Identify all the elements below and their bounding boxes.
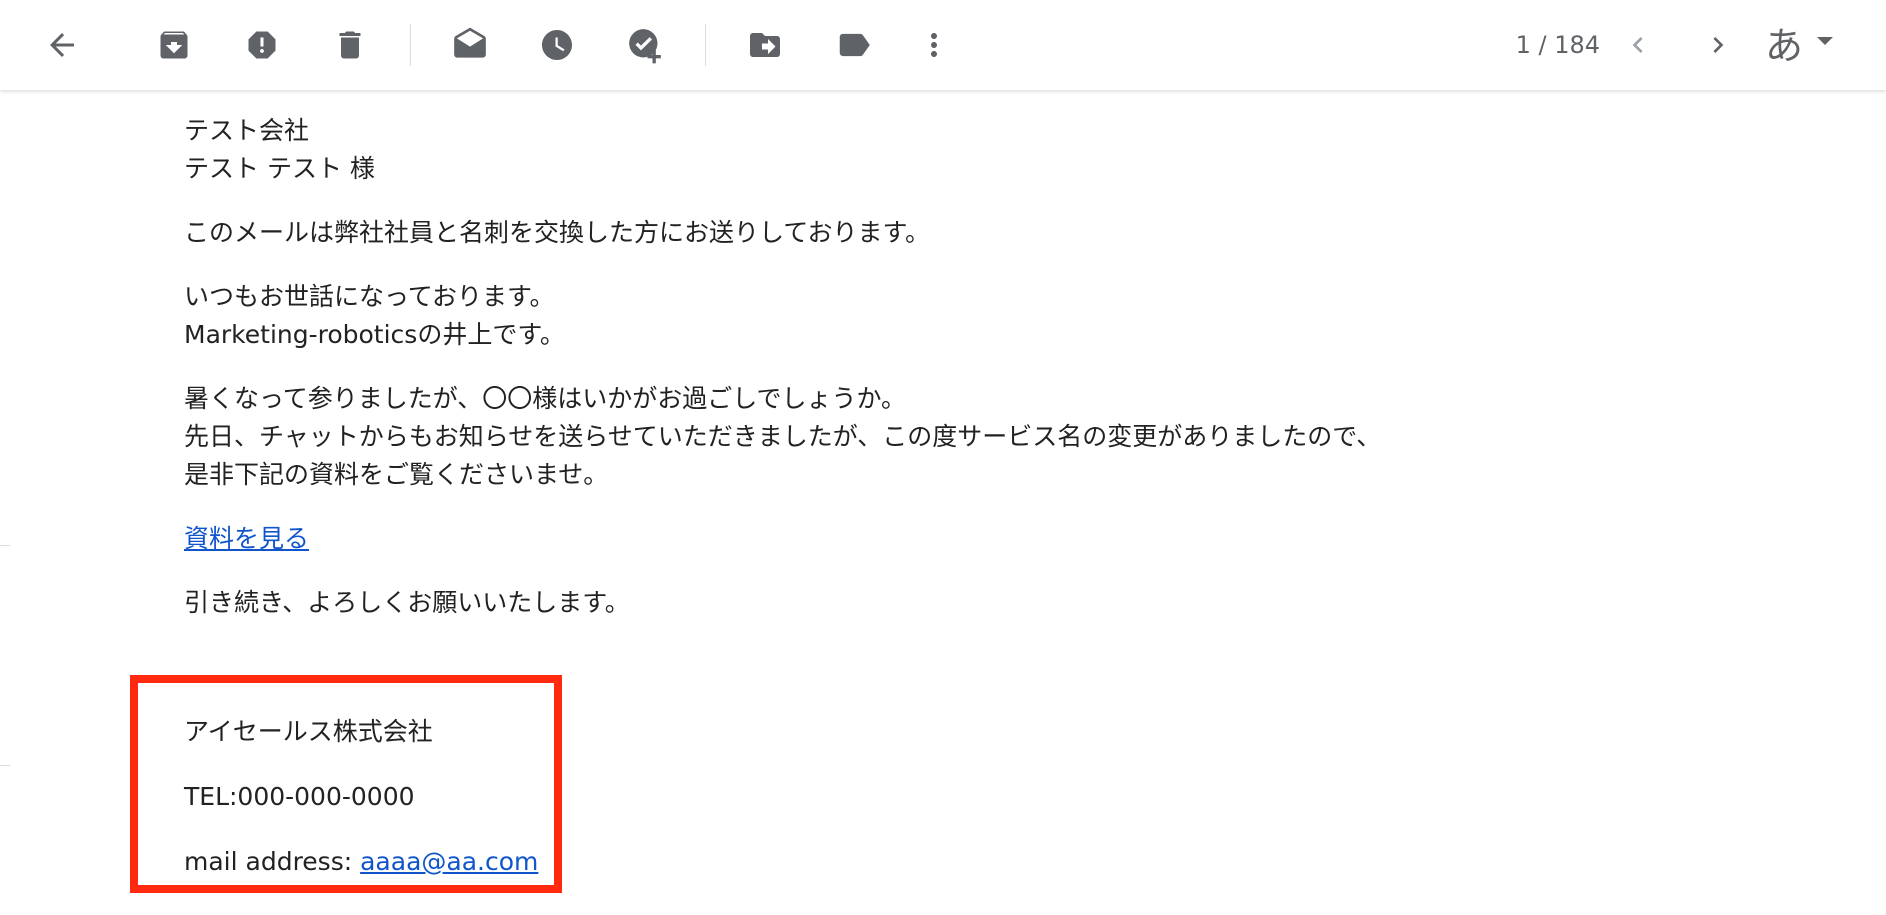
intro-paragraph: このメールは弊社社員と名刺を交換した方にお送りしております。: [184, 214, 1784, 252]
email-body: テスト会社 テスト テスト 様 このメールは弊社社員と名刺を交換した方にお送りし…: [184, 112, 1784, 648]
input-tools-button[interactable]: あ: [1765, 18, 1834, 74]
closing-paragraph: 引き続き、よろしくお願いいたします。: [184, 584, 1784, 622]
older-button[interactable]: [1688, 15, 1748, 75]
mark-as-unread-icon: [454, 27, 486, 58]
view-document-link[interactable]: 資料を見る: [184, 524, 309, 553]
main-line-2: 先日、チャットからもお知らせを送らせていただきましたが、この度サービス名の変更が…: [184, 422, 1382, 451]
main-line-3: 是非下記の資料をご覧くださいませ。: [184, 460, 609, 489]
closing-text: 引き続き、よろしくお願いいたします。: [184, 588, 630, 617]
back-button[interactable]: [32, 15, 92, 75]
mark-as-unread-button[interactable]: [440, 15, 500, 75]
recipient-name: テスト テスト 様: [184, 154, 375, 183]
snooze-button[interactable]: [527, 15, 587, 75]
archive-button[interactable]: [144, 15, 204, 75]
opening-paragraph: いつもお世話になっております。 Marketing-roboticsの井上です。: [184, 278, 1784, 354]
arrow-back-icon: [50, 33, 74, 57]
add-to-tasks-icon: [629, 28, 663, 64]
label-icon: [839, 33, 870, 57]
caret-down-icon: [1817, 37, 1834, 45]
move-to-icon: [750, 33, 780, 57]
clock-icon: [542, 30, 572, 60]
chevron-left-icon: [1632, 37, 1643, 53]
more-options-button[interactable]: [904, 15, 964, 75]
edge-divider: [0, 765, 10, 766]
toolbar: 1 / 184 あ: [0, 0, 1886, 90]
report-spam-button[interactable]: [232, 15, 292, 75]
signature-company: アイセールス株式会社: [184, 717, 433, 746]
add-to-tasks-button[interactable]: [615, 15, 675, 75]
recipient-company: テスト会社: [184, 116, 310, 145]
link-paragraph: 資料を見る: [184, 520, 1784, 558]
main-line-1: 暑くなって参りましたが、〇〇様はいかがお過ごしでしょうか。: [184, 384, 907, 413]
report-spam-icon: [248, 31, 276, 59]
edge-divider: [0, 545, 10, 546]
label-button[interactable]: [824, 15, 884, 75]
signature-mail-line: mail address: aaaa@aa.com: [184, 843, 538, 881]
archive-icon: [160, 31, 188, 59]
pager-count: 1 / 184: [1515, 31, 1600, 59]
signature: アイセールス株式会社 TEL:000-000-0000 mail address…: [184, 713, 538, 908]
intro-text: このメールは弊社社員と名刺を交換した方にお送りしております。: [184, 218, 931, 247]
chevron-right-icon: [1713, 37, 1724, 53]
more-vert-icon: [931, 33, 937, 57]
main-paragraph: 暑くなって参りましたが、〇〇様はいかがお過ごしでしょうか。 先日、チャットからも…: [184, 380, 1784, 494]
opening-line-2: Marketing-roboticsの井上です。: [184, 320, 565, 349]
move-to-button[interactable]: [735, 15, 795, 75]
greeting: テスト会社 テスト テスト 様: [184, 112, 1784, 188]
delete-button[interactable]: [320, 15, 380, 75]
toolbar-divider: [705, 24, 706, 66]
newer-button[interactable]: [1608, 15, 1668, 75]
toolbar-divider: [410, 24, 411, 66]
input-tools-label: あ: [1765, 24, 1804, 68]
opening-line-1: いつもお世話になっております。: [184, 282, 555, 311]
trash-icon: [339, 31, 361, 59]
signature-mail-link[interactable]: aaaa@aa.com: [360, 847, 538, 876]
signature-tel: TEL:000-000-0000: [184, 782, 415, 811]
signature-mail-label: mail address:: [184, 847, 361, 876]
